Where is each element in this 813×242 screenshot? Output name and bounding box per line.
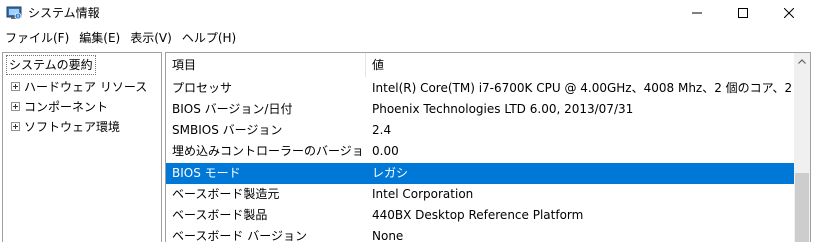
row-value: 0.00: [372, 144, 399, 158]
row-value: Phoenix Technologies LTD 6.00, 2013/07/3…: [372, 102, 634, 116]
tree-item-label: ソフトウェア環境: [24, 119, 121, 134]
expand-icon[interactable]: [11, 121, 20, 131]
table-row[interactable]: BIOS バージョン/日付 Phoenix Technologies LTD 6…: [166, 99, 796, 120]
close-button[interactable]: [766, 0, 812, 26]
tree-item-software-environment[interactable]: ソフトウェア環境: [11, 116, 120, 136]
scroll-thumb[interactable]: [795, 173, 809, 242]
table-row[interactable]: SMBIOS バージョン 2.4: [166, 120, 796, 141]
menu-view[interactable]: 表示(V): [127, 28, 175, 48]
row-value: 440BX Desktop Reference Platform: [372, 208, 584, 222]
maximize-icon: [738, 8, 748, 18]
row-value: レガシ: [372, 166, 409, 180]
menu-bar: ファイル(F) 編集(E) 表示(V) ヘルプ(H): [0, 26, 813, 50]
row-value: None: [372, 229, 404, 242]
row-item: BIOS モード: [172, 166, 241, 180]
minimize-icon: [692, 12, 702, 14]
close-icon: [784, 8, 794, 18]
column-header-value[interactable]: 値: [372, 55, 796, 76]
tree-item-label: システムの要約: [9, 58, 93, 72]
expand-icon[interactable]: [11, 101, 20, 111]
column-header-item[interactable]: 項目: [172, 55, 362, 76]
table-row[interactable]: プロセッサ Intel(R) Core(TM) i7-6700K CPU @ 4…: [166, 78, 796, 99]
table-row-selected[interactable]: BIOS モード レガシ: [166, 163, 796, 184]
row-value: 2.4: [372, 123, 392, 137]
list-header: 項目 値: [166, 55, 796, 76]
title-bar[interactable]: システム情報: [0, 0, 813, 26]
table-row[interactable]: ベースボード製造元 Intel Corporation: [166, 184, 796, 205]
row-item: ベースボード バージョン: [172, 229, 307, 242]
row-value: Intel(R) Core(TM) i7-6700K CPU @ 4.00GHz…: [372, 81, 796, 95]
tree-item-system-summary[interactable]: システムの要約: [6, 55, 96, 75]
maximize-button[interactable]: [720, 0, 766, 26]
tree-item-label: ハードウェア リソース: [24, 79, 148, 94]
category-tree: システムの要約 ハードウェア リソース コンポーネント ソフトウェア環境: [2, 52, 162, 242]
row-item: 埋め込みコントローラーのバージョン: [172, 144, 362, 158]
expand-icon[interactable]: [11, 81, 20, 91]
row-value: Intel Corporation: [372, 187, 474, 201]
chevron-up-icon: [798, 59, 806, 64]
vertical-scrollbar[interactable]: [794, 53, 810, 242]
window-title: システム情報: [28, 6, 100, 20]
details-list: 項目 値 プロセッサ Intel(R) Core(TM) i7-6700K CP…: [165, 52, 811, 242]
row-item: SMBIOS バージョン: [172, 123, 283, 137]
row-item: ベースボード製品: [172, 208, 268, 222]
column-divider[interactable]: [365, 53, 366, 77]
system-info-icon: [6, 5, 22, 21]
tree-item-hardware-resources[interactable]: ハードウェア リソース: [11, 76, 147, 96]
row-item: プロセッサ: [172, 81, 233, 95]
table-row[interactable]: ベースボード製品 440BX Desktop Reference Platfor…: [166, 205, 796, 226]
menu-edit[interactable]: 編集(E): [76, 28, 123, 48]
minimize-button[interactable]: [674, 0, 720, 26]
table-row[interactable]: ベースボード バージョン None: [166, 226, 796, 242]
tree-item-components[interactable]: コンポーネント: [11, 96, 108, 116]
menu-help[interactable]: ヘルプ(H): [179, 28, 239, 48]
tree-item-label: コンポーネント: [24, 99, 109, 114]
scroll-up-button[interactable]: [794, 53, 810, 70]
row-item: BIOS バージョン/日付: [172, 102, 293, 116]
table-row[interactable]: 埋め込みコントローラーのバージョン 0.00: [166, 141, 796, 162]
menu-file[interactable]: ファイル(F): [2, 28, 72, 48]
row-item: ベースボード製造元: [172, 187, 280, 201]
